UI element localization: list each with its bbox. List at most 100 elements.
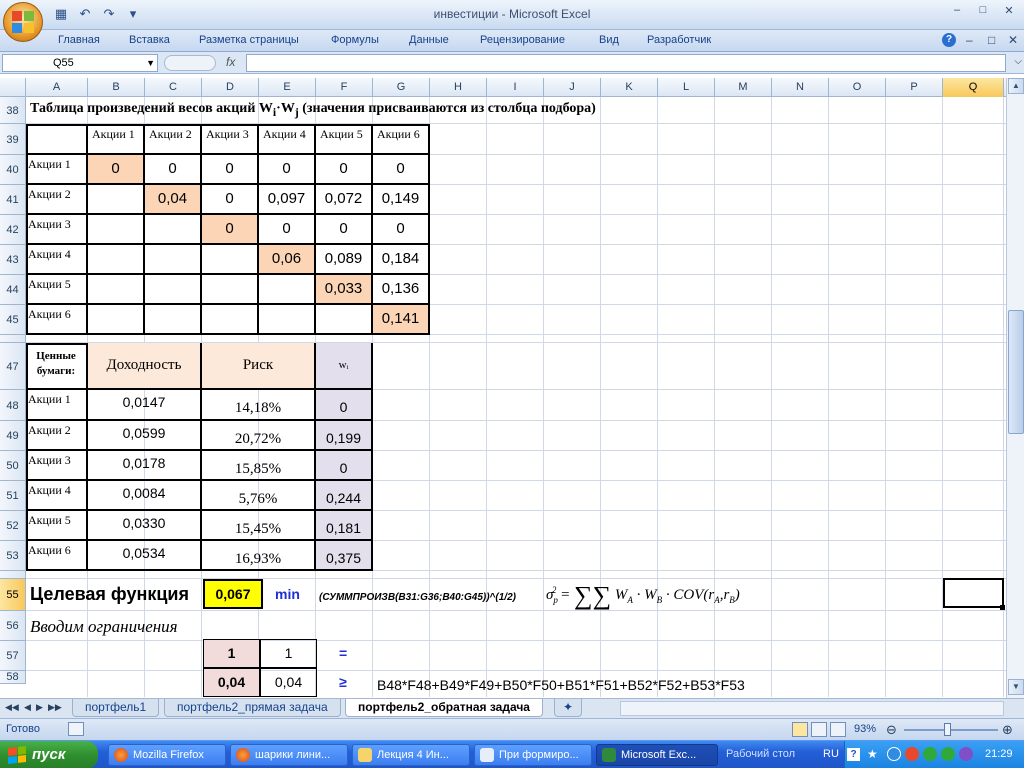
matrix-cell[interactable]: 0,184 — [373, 245, 430, 275]
column-header-d[interactable]: D — [202, 78, 259, 97]
yield-header[interactable]: Доходность — [88, 343, 202, 390]
row-header-40[interactable]: 40 — [0, 155, 26, 185]
macro-record-icon[interactable] — [68, 722, 84, 736]
matrix-cell[interactable]: 0 — [88, 155, 145, 185]
sheet-tab-portfolio1[interactable]: портфель1 — [72, 699, 160, 717]
tray-icon-c[interactable] — [923, 747, 937, 761]
tab-review[interactable]: Рецензирование — [480, 34, 565, 46]
start-button[interactable]: пуск — [0, 741, 98, 768]
matrix-row-label-4[interactable]: Акции 4 — [26, 245, 88, 275]
row-header-52[interactable]: 52 — [0, 511, 26, 541]
matrix-cell[interactable]: 0,136 — [373, 275, 430, 305]
column-header-i[interactable]: I — [487, 78, 544, 97]
scroll-up-icon[interactable]: ▲ — [1008, 78, 1024, 94]
vertical-scrollbar[interactable]: ▲ ▼ — [1006, 78, 1024, 698]
expand-formula-bar-icon[interactable]: ⌵ — [1014, 56, 1022, 67]
column-header-e[interactable]: E — [259, 78, 316, 97]
matrix-cell[interactable] — [259, 305, 316, 335]
security-weight-5[interactable]: 0,181 — [316, 511, 373, 541]
matrix-row-label-3[interactable]: Акции 3 — [26, 215, 88, 245]
zoom-slider[interactable] — [904, 729, 998, 731]
scroll-down-icon[interactable]: ▼ — [1008, 679, 1024, 695]
security-risk-6[interactable]: 16,93% — [202, 541, 316, 571]
security-label-5[interactable]: Акции 5 — [26, 511, 88, 541]
matrix-cell[interactable] — [145, 275, 202, 305]
objective-value[interactable]: 0,067 — [203, 579, 263, 609]
security-weight-6[interactable]: 0,375 — [316, 541, 373, 571]
matrix-cell[interactable]: 0,04 — [145, 185, 202, 215]
insert-sheet-icon[interactable]: ✦ — [554, 699, 582, 717]
zoom-slider-thumb[interactable] — [944, 723, 951, 736]
matrix-cell[interactable]: 0 — [373, 215, 430, 245]
matrix-cell[interactable] — [316, 305, 373, 335]
next-sheet-icon[interactable]: ▶ — [36, 702, 43, 713]
security-yield-3[interactable]: 0,0178 — [88, 451, 202, 481]
matrix-cell[interactable] — [88, 305, 145, 335]
row-header-48[interactable]: 48 — [0, 390, 26, 421]
matrix-cell[interactable]: 0,033 — [316, 275, 373, 305]
risk-header[interactable]: Риск — [202, 343, 316, 390]
constraint1-rhs[interactable]: 1 — [260, 639, 317, 668]
matrix-row-label-6[interactable]: Акции 6 — [26, 305, 88, 335]
horizontal-scrollbar[interactable] — [620, 701, 1004, 716]
matrix-header-3[interactable]: Акции 3 — [202, 124, 259, 155]
formula-input[interactable] — [246, 54, 1006, 72]
matrix-cell[interactable] — [145, 305, 202, 335]
row-header-38[interactable]: 38 — [0, 97, 26, 124]
insert-function-icon[interactable]: fx — [226, 55, 235, 69]
weight-header[interactable]: wᵢ — [316, 343, 373, 390]
zoom-in-icon[interactable]: ⊕ — [1002, 722, 1013, 738]
matrix-row-label-2[interactable]: Акции 2 — [26, 185, 88, 215]
row-header-41[interactable]: 41 — [0, 185, 26, 215]
security-weight-4[interactable]: 0,244 — [316, 481, 373, 511]
page-layout-view-icon[interactable] — [811, 722, 827, 737]
matrix-row-label-1[interactable]: Акции 1 — [26, 155, 88, 185]
row-header-51[interactable]: 51 — [0, 481, 26, 511]
security-risk-4[interactable]: 5,76% — [202, 481, 316, 511]
constraint2-rhs[interactable]: 0,04 — [260, 668, 317, 697]
column-header-l[interactable]: L — [658, 78, 715, 97]
row-header-43[interactable]: 43 — [0, 245, 26, 275]
language-indicator[interactable]: RU — [823, 748, 839, 760]
tab-formulas[interactable]: Формулы — [331, 34, 379, 46]
tray-icon-e[interactable] — [959, 747, 973, 761]
matrix-cell[interactable] — [88, 245, 145, 275]
matrix-cell[interactable] — [88, 275, 145, 305]
matrix-header-6[interactable]: Акции 6 — [373, 124, 430, 155]
desktop-toolbar[interactable]: Рабочий стол — [726, 748, 795, 760]
office-button[interactable] — [3, 2, 43, 42]
matrix-cell[interactable] — [202, 245, 259, 275]
matrix-cell[interactable]: 0 — [202, 155, 259, 185]
row-header-58[interactable]: 58 — [0, 671, 26, 684]
scroll-thumb[interactable] — [1008, 310, 1024, 434]
taskbar-item-firefox-2[interactable]: шарики лини... — [230, 744, 348, 766]
matrix-cell[interactable]: 0 — [373, 155, 430, 185]
zoom-level[interactable]: 93% — [854, 723, 876, 735]
security-risk-1[interactable]: 14,18% — [202, 390, 316, 421]
tab-page-layout[interactable]: Разметка страницы — [199, 34, 299, 46]
matrix-cell[interactable]: 0 — [202, 185, 259, 215]
matrix-cell[interactable]: 0 — [316, 155, 373, 185]
tab-home[interactable]: Главная — [58, 34, 100, 46]
column-header-p[interactable]: P — [886, 78, 943, 97]
chevron-down-icon[interactable]: ▼ — [146, 55, 155, 71]
sheet-tab-portfolio2-inverse[interactable]: портфель2_обратная задача — [345, 699, 543, 717]
matrix-cell[interactable]: 0,089 — [316, 245, 373, 275]
constraint1-lhs[interactable]: 1 — [203, 639, 260, 668]
security-label-1[interactable]: Акции 1 — [26, 390, 88, 421]
security-label-3[interactable]: Акции 3 — [26, 451, 88, 481]
row-header-55[interactable]: 55 — [0, 579, 26, 611]
tab-data[interactable]: Данные — [409, 34, 449, 46]
security-yield-2[interactable]: 0,0599 — [88, 421, 202, 451]
row-header-47[interactable]: 47 — [0, 343, 26, 390]
column-header-o[interactable]: O — [829, 78, 886, 97]
matrix-cell[interactable]: 0 — [145, 155, 202, 185]
sheet-tab-portfolio2-direct[interactable]: портфель2_прямая задача — [164, 699, 341, 717]
security-yield-6[interactable]: 0,0534 — [88, 541, 202, 571]
column-header-g[interactable]: G — [373, 78, 430, 97]
page-break-view-icon[interactable] — [830, 722, 846, 737]
matrix-cell[interactable] — [259, 275, 316, 305]
tab-view[interactable]: Вид — [599, 34, 619, 46]
tray-icon-a[interactable] — [887, 747, 901, 761]
row-header-53[interactable]: 53 — [0, 541, 26, 571]
